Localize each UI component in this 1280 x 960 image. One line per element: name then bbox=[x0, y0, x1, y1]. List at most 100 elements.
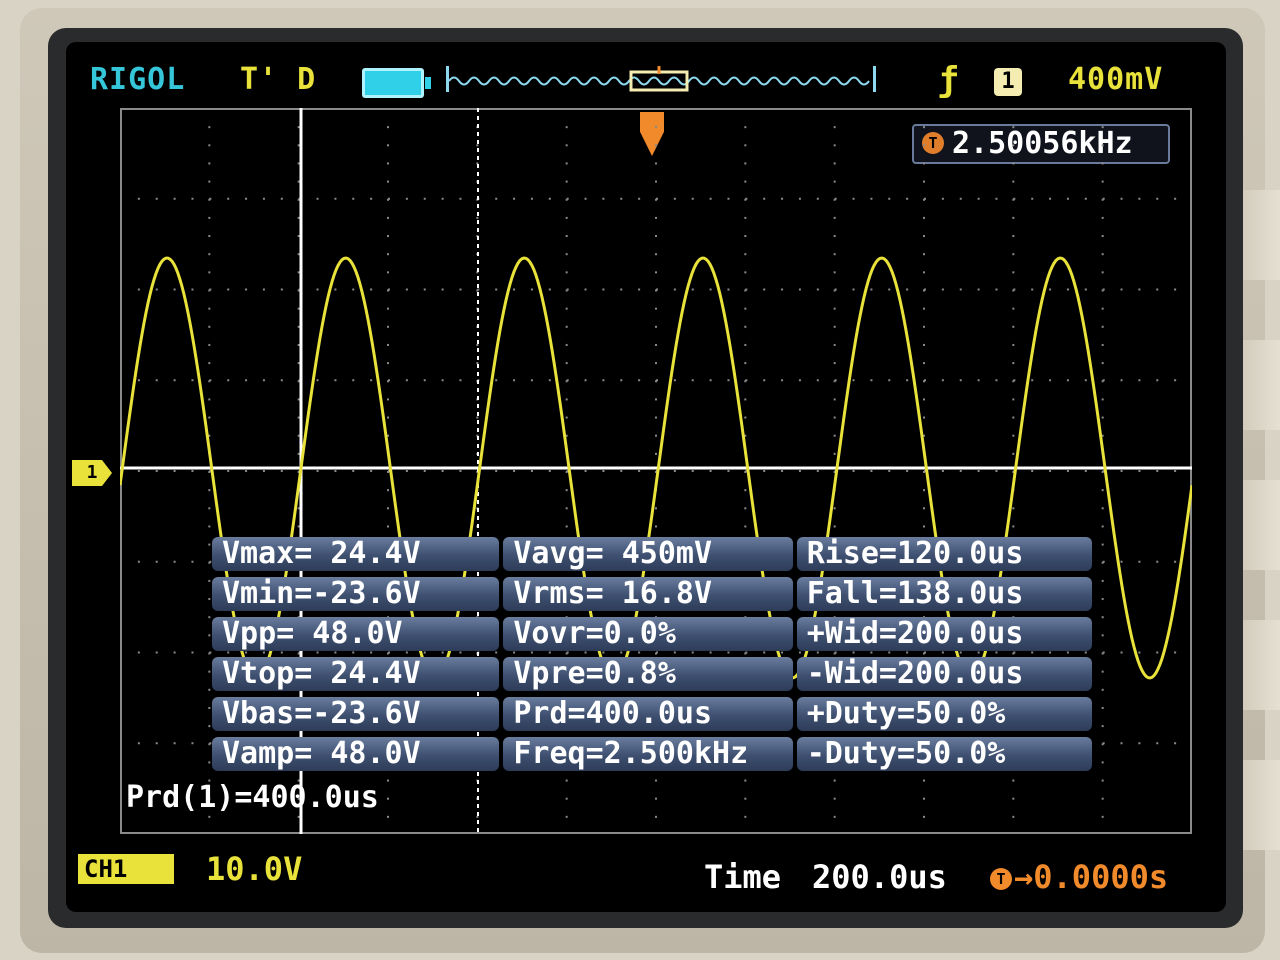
grid-dot bbox=[1138, 560, 1141, 563]
grid-dot bbox=[727, 379, 730, 382]
grid-dot bbox=[565, 108, 568, 110]
grid-dot bbox=[530, 379, 533, 382]
grid-dot bbox=[673, 470, 676, 472]
grid-dot bbox=[834, 288, 837, 291]
status-bar: CH1 10.0V Time 200.0us T →0.0000s bbox=[66, 844, 1226, 904]
grid-dot bbox=[262, 470, 265, 472]
grid-dot bbox=[602, 470, 605, 472]
grid-dot bbox=[959, 379, 962, 382]
grid-dot bbox=[852, 379, 855, 382]
grid-dot bbox=[655, 235, 657, 238]
trigger-offset: T →0.0000s bbox=[990, 858, 1168, 896]
grid-dot bbox=[513, 288, 516, 291]
grid-dot bbox=[513, 470, 516, 472]
channel-1-ground-marker[interactable]: 1 bbox=[72, 460, 112, 486]
grid-dot bbox=[387, 525, 389, 528]
grid-dot bbox=[744, 126, 747, 129]
grid-dot bbox=[1101, 253, 1104, 256]
grid-dot bbox=[387, 416, 389, 419]
grid-dot bbox=[923, 271, 925, 274]
grid-dot bbox=[1101, 162, 1104, 165]
grid-dot bbox=[620, 288, 623, 291]
grid-dot bbox=[1138, 470, 1141, 472]
grid-dot bbox=[655, 525, 657, 528]
measurement-cell: -Wid=200.0us bbox=[796, 657, 1093, 691]
trigger-source-badge: 1 bbox=[994, 68, 1022, 96]
grid-dot bbox=[316, 470, 319, 472]
grid-dot bbox=[833, 797, 836, 800]
grid-dot bbox=[387, 162, 389, 165]
grid-dot bbox=[870, 197, 873, 200]
grid-dot bbox=[1049, 470, 1052, 472]
grid-dot bbox=[1012, 343, 1015, 346]
grid-dot bbox=[833, 779, 836, 782]
grid-dot bbox=[1138, 288, 1141, 291]
grid-dot bbox=[833, 434, 836, 437]
grid-dot bbox=[387, 398, 389, 401]
grid-dot bbox=[744, 180, 747, 183]
grid-dot bbox=[1101, 779, 1104, 782]
grid-dot bbox=[656, 197, 658, 200]
measurement-cell: +Duty=50.0% bbox=[796, 697, 1093, 731]
grid-dot bbox=[1101, 235, 1104, 238]
measurement-row: Vpp= 48.0V Vovr=0.0% +Wid=200.0us bbox=[212, 614, 1096, 654]
grid-dot bbox=[423, 470, 426, 472]
grid-dot bbox=[1012, 362, 1015, 365]
grid-dot bbox=[1101, 670, 1104, 673]
measurement-cell: Rise=120.0us bbox=[796, 537, 1093, 571]
grid-dot bbox=[495, 197, 498, 200]
grid-dot bbox=[137, 379, 140, 382]
grid-dot bbox=[833, 253, 836, 256]
measurement-cell: Vavg= 450mV bbox=[503, 537, 793, 571]
grid-dot bbox=[191, 197, 194, 200]
grid-dot bbox=[691, 470, 694, 472]
grid-dot bbox=[1012, 525, 1015, 528]
grid-dot bbox=[208, 579, 211, 582]
grid-dot bbox=[476, 343, 479, 346]
grid-dot bbox=[727, 470, 730, 472]
grid-dot bbox=[566, 288, 569, 291]
grid-dot bbox=[387, 815, 389, 818]
grid-dot bbox=[387, 797, 389, 800]
grid-dot bbox=[1012, 779, 1015, 782]
grid-dot bbox=[297, 216, 300, 219]
grid-dot bbox=[923, 144, 925, 147]
grid-dot bbox=[888, 379, 891, 382]
grid-dot bbox=[923, 325, 925, 328]
rising-edge-icon: ƒ bbox=[938, 60, 959, 100]
grid-dot bbox=[655, 815, 657, 818]
grid-dot bbox=[423, 197, 426, 200]
grid-dot bbox=[744, 307, 747, 310]
grid-dot bbox=[1101, 688, 1104, 691]
grid-dot bbox=[387, 307, 389, 310]
measurement-row: Vtop= 24.4V Vpre=0.8% -Wid=200.0us bbox=[212, 654, 1096, 694]
grid-dot bbox=[208, 634, 211, 637]
grid-dot bbox=[441, 197, 444, 200]
grid-dot bbox=[977, 288, 980, 291]
grid-dot bbox=[833, 416, 836, 419]
grid-dot bbox=[1120, 197, 1123, 200]
grid-dot bbox=[387, 362, 389, 365]
grid-dot bbox=[173, 651, 176, 654]
grid-dot bbox=[370, 288, 373, 291]
grid-dot bbox=[744, 144, 747, 147]
grid-dot bbox=[852, 197, 855, 200]
grid-dot bbox=[923, 307, 925, 310]
grid-dot bbox=[923, 108, 925, 110]
grid-dot bbox=[744, 343, 747, 346]
grid-dot bbox=[1012, 797, 1015, 800]
grid-dot bbox=[173, 470, 176, 472]
grid-dot bbox=[655, 108, 657, 110]
grid-dot bbox=[744, 779, 747, 782]
grid-dot bbox=[155, 560, 158, 563]
grid-dot bbox=[387, 216, 389, 219]
grid-dot bbox=[208, 525, 211, 528]
grid-dot bbox=[1174, 742, 1177, 745]
grid-dot bbox=[1101, 307, 1104, 310]
grid-dot bbox=[227, 197, 230, 200]
grid-dot bbox=[297, 235, 300, 238]
channel-1-icon[interactable]: CH1 bbox=[78, 854, 174, 884]
grid-dot bbox=[870, 379, 873, 382]
timeline-wave-icon bbox=[449, 66, 870, 92]
grid-dot bbox=[834, 379, 837, 382]
